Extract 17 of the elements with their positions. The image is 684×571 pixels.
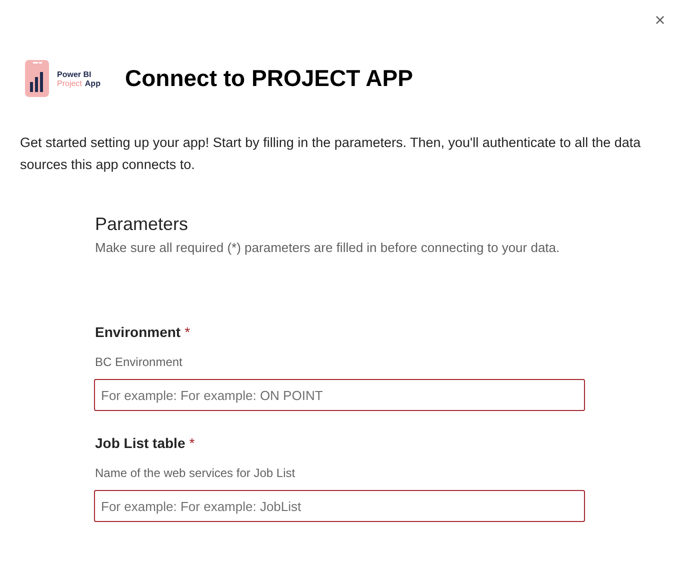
field-label: Environment: [95, 323, 181, 342]
section-description: Make sure all required (*) parameters are filled in before connecting to your data.: [95, 239, 561, 257]
intro-text: Get started setting up your app! Start by filling in the parameters. Then, you'll authenticate to all the data sources this app connects to.: [20, 134, 642, 174]
field-label: Job List table: [95, 434, 186, 453]
section-heading: Parameters: [95, 213, 190, 236]
close-button[interactable]: ×: [650, 9, 670, 31]
required-mark: *: [184, 323, 190, 342]
dialog-title: Connect to PROJECT APP: [125, 64, 413, 94]
input-field[interactable]: For example: For example: JobList: [94, 490, 585, 522]
logo-text: App: [84, 78, 100, 88]
input-field[interactable]: For example: For example: ON POINT: [94, 379, 585, 411]
field-description: BC Environment: [95, 354, 184, 371]
field-description: Name of the web services for Job List: [95, 465, 296, 482]
logo-text: Power BI: [57, 70, 92, 78]
required-mark: *: [189, 434, 195, 453]
phone-chart-icon: [25, 60, 49, 97]
logo-text: Project: [57, 78, 82, 88]
